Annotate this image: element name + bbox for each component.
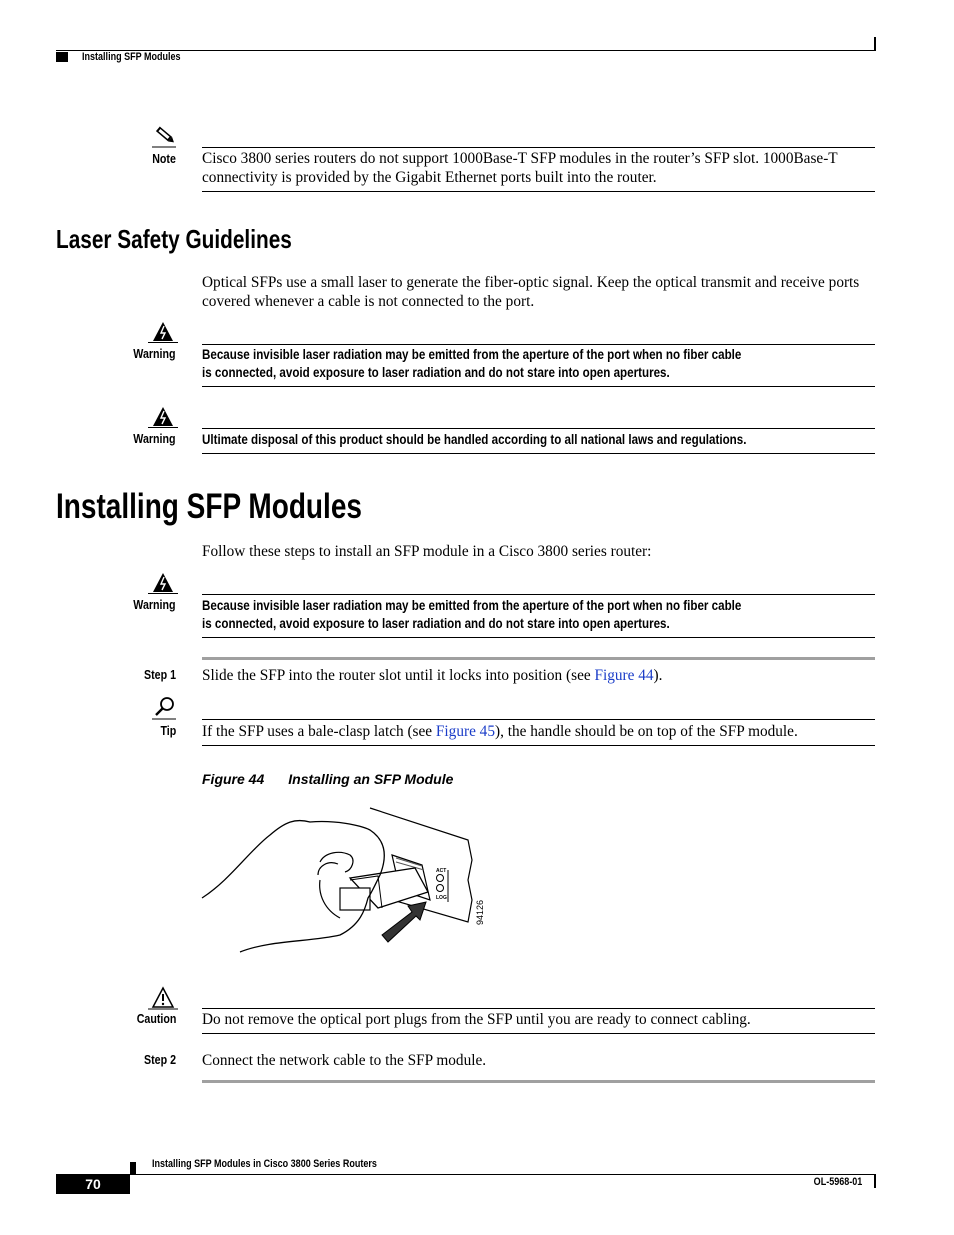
- footer-doc-number-text: OL-5968-01: [813, 1176, 862, 1188]
- tip-label-text: Tip: [160, 723, 176, 738]
- warning-bottom-rule: [202, 453, 875, 454]
- warning-text-line: Ultimate disposal of this product should…: [202, 432, 747, 447]
- footer-block: [130, 1162, 136, 1174]
- sfp-install-illustration: ACT LOG 94126: [201, 807, 485, 953]
- electric-warning-icon: [148, 322, 178, 343]
- act-led: [436, 874, 444, 882]
- footer-tick: [874, 1174, 876, 1188]
- warning-label: Warning: [56, 346, 176, 361]
- step2-label: Step 2: [56, 1052, 176, 1067]
- warning-text-line: Because invisible laser radiation may be…: [202, 598, 742, 613]
- magnifier-icon: [152, 697, 176, 720]
- warning-top-rule: [202, 428, 875, 429]
- header-tick: [874, 37, 876, 51]
- footer-doc-number: OL-5968-01: [780, 1176, 862, 1188]
- warning-text: Because invisible laser radiation may be…: [202, 597, 902, 633]
- step-top-rule: [202, 657, 875, 660]
- warning-text-line: is connected, avoid exposure to laser ra…: [202, 365, 670, 380]
- figure-title: Installing an SFP Module: [288, 771, 454, 787]
- warning-text: Because invisible laser radiation may be…: [202, 346, 902, 382]
- figure-caption: Figure 44 Installing an SFP Module: [202, 771, 453, 787]
- warning-text-line: Because invisible laser radiation may be…: [202, 347, 742, 362]
- warning-top-rule: [202, 594, 875, 595]
- insert-arrow-icon: [381, 901, 427, 943]
- footer-rule: [130, 1174, 876, 1175]
- step-bottom-rule: [202, 1080, 875, 1083]
- footer-doc-title-text: Installing SFP Modules in Cisco 3800 Ser…: [152, 1158, 377, 1170]
- electric-warning-icon: [148, 407, 178, 428]
- warning-bottom-rule: [202, 637, 875, 638]
- warning-text-line: is connected, avoid exposure to laser ra…: [202, 616, 670, 631]
- warning-bottom-rule: [202, 386, 875, 387]
- step1-text-after: ).: [653, 667, 663, 684]
- tip-text-after: ), the handle should be on top of the SF…: [494, 723, 798, 740]
- tip-text: If the SFP uses a bale-clasp latch (see …: [202, 722, 882, 741]
- warning-label-text: Warning: [133, 346, 176, 361]
- page-number: 70: [56, 1174, 130, 1194]
- footer-doc-title: Installing SFP Modules in Cisco 3800 Ser…: [152, 1158, 426, 1170]
- laser-safety-heading-text: Laser Safety Guidelines: [56, 224, 292, 254]
- electric-warning-icon: [148, 573, 178, 594]
- log-label: LOG: [436, 895, 447, 901]
- step2-label-text: Step 2: [144, 1052, 176, 1067]
- tip-bottom-rule: [202, 745, 875, 746]
- installing-sfp-heading-text: Installing SFP Modules: [56, 487, 362, 526]
- note-label: Note: [56, 151, 176, 166]
- caution-bottom-rule: [202, 1033, 875, 1034]
- figure-45-link[interactable]: Figure 45: [436, 723, 495, 740]
- warning-label: Warning: [56, 597, 176, 612]
- figure-id-label: 94126: [475, 900, 485, 925]
- warning-label: Warning: [56, 431, 176, 446]
- installing-sfp-heading: Installing SFP Modules: [56, 487, 438, 527]
- caution-text: Do not remove the optical port plugs fro…: [202, 1011, 751, 1028]
- header-section-title: Installing SFP Modules: [82, 51, 202, 63]
- laser-safety-intro: Optical SFPs use a small laser to genera…: [202, 274, 860, 310]
- note-text: Cisco 3800 series routers do not support…: [202, 150, 838, 186]
- tip-text-before: If the SFP uses a bale-clasp latch (see: [202, 723, 436, 740]
- note-label-text: Note: [152, 151, 176, 166]
- step1-label: Step 1: [56, 667, 176, 682]
- header-section-title-text: Installing SFP Modules: [82, 51, 181, 63]
- caution-label-text: Caution: [136, 1011, 176, 1026]
- note-top-rule: [202, 147, 875, 148]
- figure-44-link[interactable]: Figure 44: [594, 667, 653, 684]
- step1-label-text: Step 1: [144, 667, 176, 682]
- step2-text: Connect the network cable to the SFP mod…: [202, 1052, 487, 1069]
- step1-text-before: Slide the SFP into the router slot until…: [202, 667, 595, 684]
- warning-label-text: Warning: [133, 597, 176, 612]
- install-intro: Follow these steps to install an SFP mod…: [202, 543, 652, 560]
- caution-triangle-icon: [148, 986, 178, 1010]
- warning-label-text: Warning: [133, 431, 176, 446]
- log-led: [436, 884, 444, 892]
- caution-top-rule: [202, 1008, 875, 1009]
- tip-top-rule: [202, 719, 875, 720]
- laser-safety-heading: Laser Safety Guidelines: [56, 224, 351, 255]
- warning-top-rule: [202, 344, 875, 345]
- step1-text: Slide the SFP into the router slot until…: [202, 666, 882, 685]
- note-bottom-rule: [202, 191, 875, 192]
- tip-label: Tip: [56, 723, 176, 738]
- figure-number: Figure 44: [202, 771, 265, 787]
- header-block: [56, 52, 68, 62]
- caution-label: Caution: [56, 1011, 176, 1026]
- act-label: ACT: [436, 868, 446, 874]
- warning-text: Ultimate disposal of this product should…: [202, 431, 902, 449]
- pencil-icon: [152, 126, 176, 148]
